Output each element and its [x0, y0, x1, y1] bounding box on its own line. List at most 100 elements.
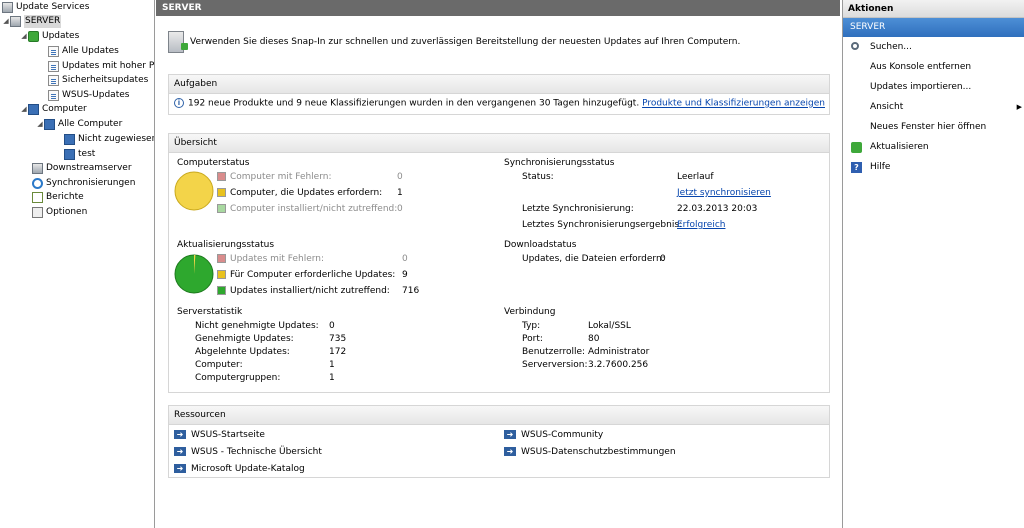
tree-updates[interactable]: ◢ Updates: [20, 30, 79, 43]
tree-nicht-zugewiesen[interactable]: Nicht zugewiesen: [64, 133, 154, 146]
aufgaben-panel: Aufgaben i 192 neue Produkte und 9 neue K…: [168, 74, 830, 115]
tree-synchronisierungen[interactable]: Synchronisierungen: [32, 177, 135, 190]
tree-computer[interactable]: ◢ Computer: [20, 103, 87, 116]
resource-link-label[interactable]: Microsoft Update-Katalog: [191, 464, 305, 474]
updates-icon: [28, 31, 39, 42]
collapse-arrow-icon[interactable]: ◢: [20, 30, 28, 43]
action-aus-konsole-entfernen[interactable]: Aus Konsole entfernen: [843, 58, 1024, 76]
sync-title: Synchronisierungsstatus: [504, 158, 615, 168]
action-ansicht[interactable]: Ansicht ▶: [843, 98, 1024, 116]
resource-link-label[interactable]: WSUS - Technische Übersicht: [191, 447, 322, 457]
aktualisierungsstatus-row-label: Für Computer erforderliche Updates:: [217, 270, 395, 280]
verbindung-value: 3.2.7600.256: [588, 360, 649, 370]
computerstatus-row-label: Computer installiert/nicht zutreffend:: [217, 204, 397, 214]
action-neues-fenster-label: Neues Fenster hier öffnen: [870, 122, 987, 132]
download-value: 0: [660, 254, 666, 264]
actions-title: Aktionen: [843, 0, 1024, 18]
computerstatus-title: Computerstatus: [177, 158, 250, 168]
tree-updates-hoher-prioritaet[interactable]: Updates mit hoher Pr: [48, 60, 154, 73]
collapse-arrow-icon[interactable]: ◢: [36, 118, 44, 131]
tree-sicherheitsupdates[interactable]: Sicherheitsupdates: [48, 74, 148, 87]
console-tree[interactable]: Update Services ◢ SERVER ◢ Updates Alle …: [0, 0, 155, 528]
ressourcen-title: Ressourcen: [169, 406, 829, 425]
action-neues-fenster[interactable]: Neues Fenster hier öffnen: [843, 118, 1024, 136]
serverstatistik-label: Computergruppen:: [195, 373, 281, 383]
aufgaben-message: 192 neue Produkte und 9 neue Klassifizie…: [188, 98, 640, 109]
action-hilfe[interactable]: ? Hilfe: [843, 158, 1024, 176]
serverstatistik-label: Computer:: [195, 360, 243, 370]
last-sync-label: Letzte Synchronisierung:: [522, 204, 634, 214]
submenu-arrow-icon: ▶: [1016, 103, 1022, 111]
computerstatus-label-text: Computer mit Fehlern:: [230, 172, 332, 182]
tree-test[interactable]: test: [64, 148, 95, 161]
resource-link[interactable]: ➜ Microsoft Update-Katalog: [174, 464, 305, 474]
computerstatus-pie: [174, 171, 214, 211]
action-updates-importieren-label: Updates importieren...: [870, 82, 972, 92]
resource-link-label[interactable]: WSUS-Community: [521, 430, 603, 440]
serverstatistik-label: Nicht genehmigte Updates:: [195, 321, 319, 331]
sync-status-label: Status:: [522, 172, 554, 182]
produkte-klassifizierungen-link[interactable]: Produkte und Klassifizierungen anzeigen: [642, 99, 825, 109]
last-result-label: Letztes Synchronisierungsergebnis:: [522, 220, 683, 230]
resource-link[interactable]: ➜ WSUS-Community: [504, 430, 603, 440]
arrow-right-icon: ➜: [174, 447, 186, 456]
actions-subtitle[interactable]: SERVER: [843, 18, 1024, 37]
resource-link[interactable]: ➜ WSUS-Startseite: [174, 430, 265, 440]
aktualisierungsstatus-row-value: 716: [402, 286, 420, 296]
serverstatistik-value: 1: [329, 373, 335, 383]
info-icon: i: [174, 98, 184, 108]
computerstatus-row-label: Computer, die Updates erfordern:: [217, 188, 382, 198]
aktualisierungsstatus-row-label: Updates installiert/nicht zutreffend:: [217, 286, 390, 296]
computerstatus-row-value: 0: [397, 204, 403, 214]
verbindung-value: Lokal/SSL: [588, 321, 631, 331]
tree-optionen[interactable]: Optionen: [32, 206, 87, 219]
computer-icon: [44, 119, 55, 130]
aktualisierungsstatus-row-label: Updates mit Fehlern:: [217, 254, 324, 264]
aktualisierungsstatus-legend-swatch: [217, 270, 226, 279]
aktualisierungsstatus-legend-swatch: [217, 254, 226, 263]
server-icon: [32, 163, 43, 174]
verbindung-value: Administrator: [588, 347, 650, 357]
resource-link-label[interactable]: WSUS-Startseite: [191, 430, 265, 440]
last-sync-value: 22.03.2013 20:03: [677, 204, 758, 214]
arrow-right-icon: ➜: [504, 430, 516, 439]
page-title: SERVER: [156, 0, 840, 16]
aktualisierungsstatus-legend-swatch: [217, 286, 226, 295]
last-result-link[interactable]: Erfolgreich: [677, 220, 725, 230]
tree-alle-computer[interactable]: ◢ Alle Computer: [36, 118, 122, 131]
action-suchen[interactable]: Suchen...: [843, 38, 1024, 56]
resource-link[interactable]: ➜ WSUS - Technische Übersicht: [174, 447, 322, 457]
collapse-arrow-icon[interactable]: ◢: [2, 15, 10, 28]
tree-server[interactable]: ◢ SERVER: [2, 15, 62, 28]
resource-link-label[interactable]: WSUS-Datenschutzbestimmungen: [521, 447, 676, 457]
collapse-arrow-icon[interactable]: ◢: [20, 103, 28, 116]
tree-update-services[interactable]: Update Services: [2, 1, 89, 14]
refresh-icon: [851, 142, 862, 153]
action-aktualisieren[interactable]: Aktualisieren: [843, 138, 1024, 156]
serverstatistik-value: 0: [329, 321, 335, 331]
aktualisierungsstatus-label-text: Updates installiert/nicht zutreffend:: [230, 286, 390, 296]
arrow-right-icon: ➜: [504, 447, 516, 456]
sync-icon: [32, 178, 43, 189]
wsus-server-icon: [168, 31, 188, 53]
verbindung-label: Benutzerrolle:: [522, 347, 586, 357]
aktualisierungsstatus-label-text: Updates mit Fehlern:: [230, 254, 325, 264]
intro-banner: Verwenden Sie dieses Snap-In zur schnell…: [168, 27, 830, 57]
tree-downstreamserver[interactable]: Downstreamserver: [32, 162, 132, 175]
action-suchen-label: Suchen...: [870, 42, 912, 52]
options-icon: [32, 207, 43, 218]
jetzt-synchronisieren-link[interactable]: Jetzt synchronisieren: [677, 188, 771, 198]
resource-link[interactable]: ➜ WSUS-Datenschutzbestimmungen: [504, 447, 676, 457]
tree-wsus-updates[interactable]: WSUS-Updates: [48, 89, 129, 102]
tree-alle-updates[interactable]: Alle Updates: [48, 45, 119, 58]
tree-berichte[interactable]: Berichte: [32, 191, 84, 204]
download-title: Downloadstatus: [504, 240, 577, 250]
verbindung-label: Typ:: [522, 321, 541, 331]
action-updates-importieren[interactable]: Updates importieren...: [843, 78, 1024, 96]
ressourcen-panel: Ressourcen ➜ WSUS-Startseite ➜ WSUS - Techn…: [168, 405, 830, 478]
download-label: Updates, die Dateien erfordern:: [522, 254, 665, 264]
aktualisierungsstatus-pie: [174, 254, 214, 294]
action-aktualisieren-label: Aktualisieren: [870, 142, 929, 152]
aktualisierungsstatus-row-value: 0: [402, 254, 408, 264]
computerstatus-label-text: Computer installiert/nicht zutreffend:: [230, 204, 398, 214]
